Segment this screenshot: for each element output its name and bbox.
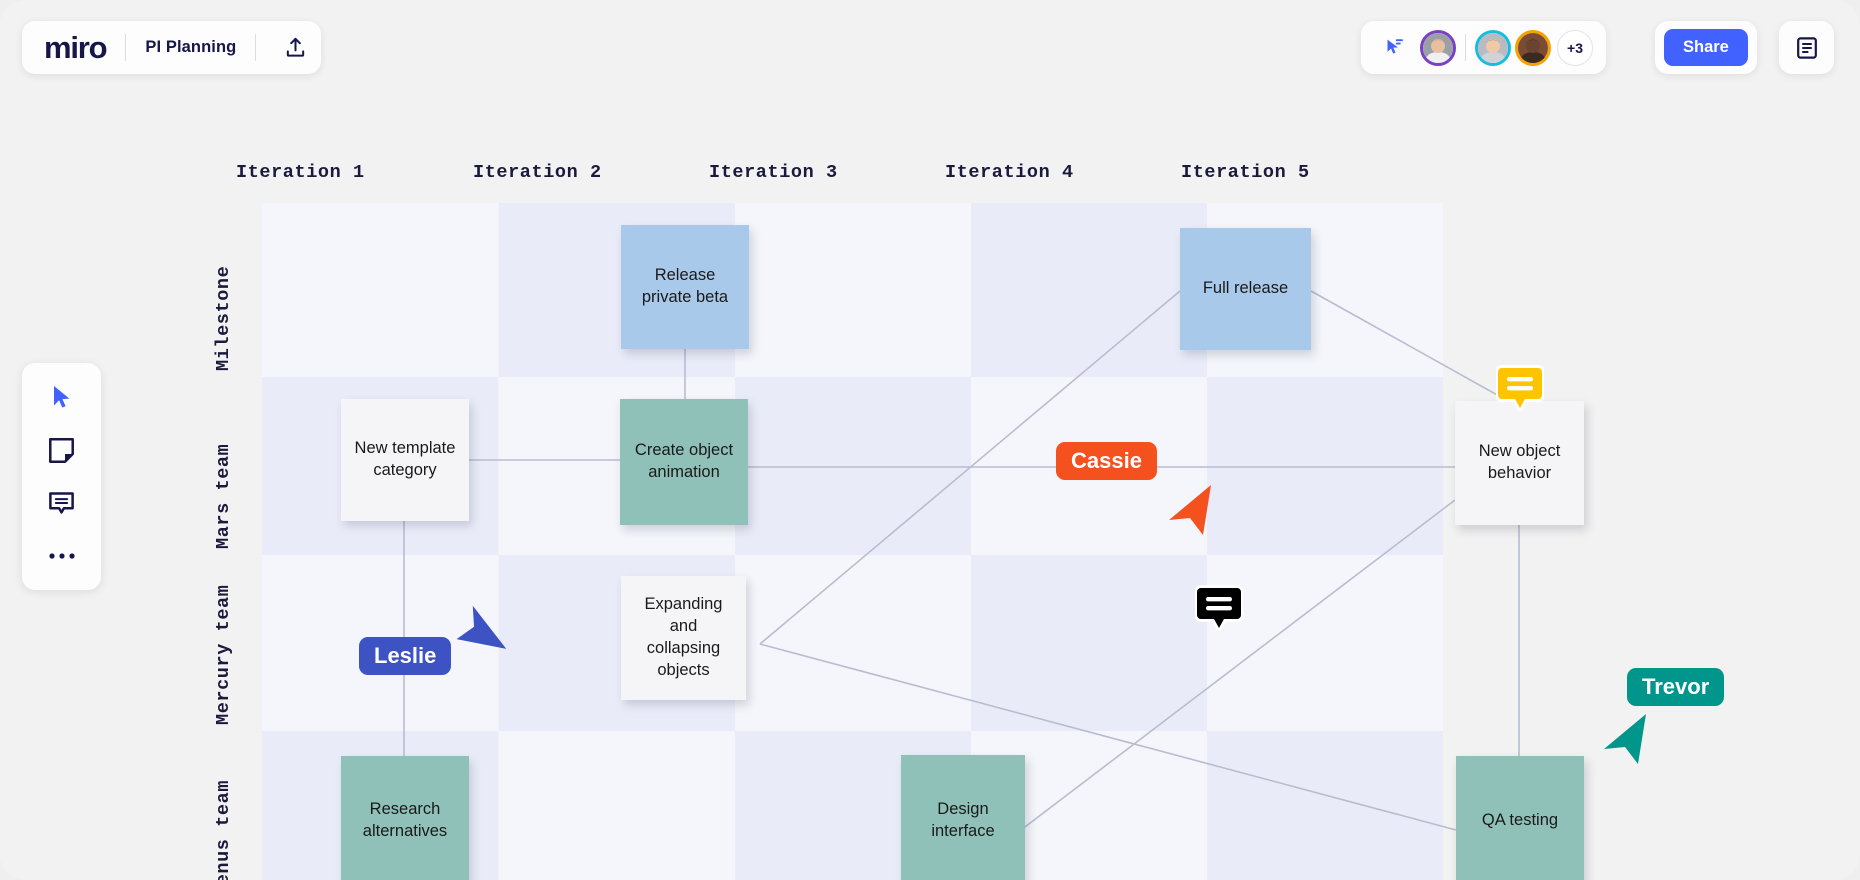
grid-cell [971, 203, 1207, 377]
column-header-iteration-2[interactable]: Iteration 2 [473, 162, 602, 183]
cursor-name-label: Leslie [359, 637, 452, 676]
cursor-arrow-icon [1165, 483, 1217, 544]
row-header-mars-team[interactable]: Mars team [213, 444, 234, 549]
share-bar: Share [1655, 21, 1757, 74]
cursor-name-label: Cassie [1056, 442, 1157, 481]
upload-icon[interactable] [275, 28, 315, 68]
board-title-bar: miro PI Planning [22, 21, 322, 74]
row-header-venus-team[interactable]: Venus team [213, 780, 234, 880]
note-qa-testing[interactable]: QA testing [1456, 756, 1584, 880]
note-expanding-collapsing[interactable]: Expanding and collapsing objects [621, 576, 746, 700]
comment-bubble-icon [1495, 365, 1545, 411]
sticky-note-text: Full release [1202, 279, 1289, 298]
avatar[interactable] [1515, 29, 1551, 66]
overflow-avatar-count[interactable]: +3 [1557, 29, 1593, 66]
miro-board-app: Milestone Mars team Mercury team Venus team… [0, 0, 1860, 880]
more-tools[interactable] [40, 538, 84, 574]
note-create-object-animation[interactable]: Create object animation [620, 399, 748, 525]
avatar[interactable] [1475, 29, 1511, 66]
comment-pin-yellow[interactable] [1495, 365, 1545, 420]
divider [255, 34, 257, 61]
avatar-portrait [1478, 32, 1508, 63]
note-new-template-category[interactable]: New template category [341, 399, 469, 521]
grid-cell [1207, 555, 1443, 731]
comment-pin-black[interactable] [1194, 585, 1244, 640]
notes-panel-icon[interactable] [1787, 28, 1827, 68]
avatar-group-active [1475, 29, 1551, 66]
sticky-note-text: New object behavior [1478, 442, 1561, 482]
cursor-name-label: Trevor [1627, 668, 1725, 707]
grid-cell [735, 555, 971, 731]
grid-cell [735, 377, 971, 555]
comment-bubble-icon [1194, 585, 1244, 631]
sticky-note-text: Research alternatives [362, 800, 448, 840]
divider [125, 34, 127, 61]
sticky-note-text: Create object animation [634, 441, 734, 481]
avatar[interactable] [1420, 29, 1456, 66]
grid-cell [499, 731, 735, 880]
divider [1465, 34, 1466, 61]
select-tool[interactable] [40, 379, 84, 415]
notes-panel-bar [1779, 21, 1834, 74]
grid-cell [735, 203, 971, 377]
sticky-note-text: QA testing [1481, 811, 1559, 830]
column-header-iteration-5[interactable]: Iteration 5 [1181, 162, 1310, 183]
follow-cursor-icon[interactable] [1374, 28, 1414, 68]
miro-logo[interactable]: miro [44, 30, 108, 66]
row-header-milestone[interactable]: Milestone [213, 266, 234, 371]
cursor-arrow-icon [1600, 712, 1652, 773]
avatar-portrait [1518, 32, 1548, 63]
sticky-note-text: New template category [354, 439, 456, 479]
note-research-alternatives[interactable]: Research alternatives [341, 756, 469, 880]
board-canvas[interactable]: Milestone Mars team Mercury team Venus team… [0, 0, 1860, 880]
column-header-iteration-3[interactable]: Iteration 3 [709, 162, 838, 183]
grid-cell [971, 555, 1207, 731]
share-button[interactable]: Share [1664, 29, 1748, 66]
comment-tool[interactable] [40, 485, 84, 521]
sticky-note-text: Expanding and collapsing objects [644, 595, 723, 679]
grid-cell [262, 203, 498, 377]
grid-cell [1207, 731, 1443, 880]
sticky-note-text: Design interface [931, 799, 995, 840]
sticky-note-text: Release private beta [641, 266, 729, 306]
column-header-iteration-1[interactable]: Iteration 1 [236, 162, 365, 183]
note-design-interface[interactable]: Design interface [901, 755, 1025, 880]
column-header-iteration-4[interactable]: Iteration 4 [945, 162, 1074, 183]
note-full-release[interactable]: Full release [1180, 228, 1311, 350]
note-release-private-beta[interactable]: Release private beta [621, 225, 749, 349]
left-toolbar [22, 363, 101, 590]
cursor-arrow-icon [455, 600, 507, 661]
sticky-note-tool[interactable] [40, 432, 84, 468]
board-name[interactable]: PI Planning [145, 38, 236, 57]
avatar-group [1420, 29, 1456, 66]
row-header-mercury-team[interactable]: Mercury team [213, 585, 234, 725]
grid-cell [1207, 377, 1443, 555]
collaborators-bar: +3 [1361, 21, 1606, 74]
avatar-portrait [1423, 32, 1453, 63]
